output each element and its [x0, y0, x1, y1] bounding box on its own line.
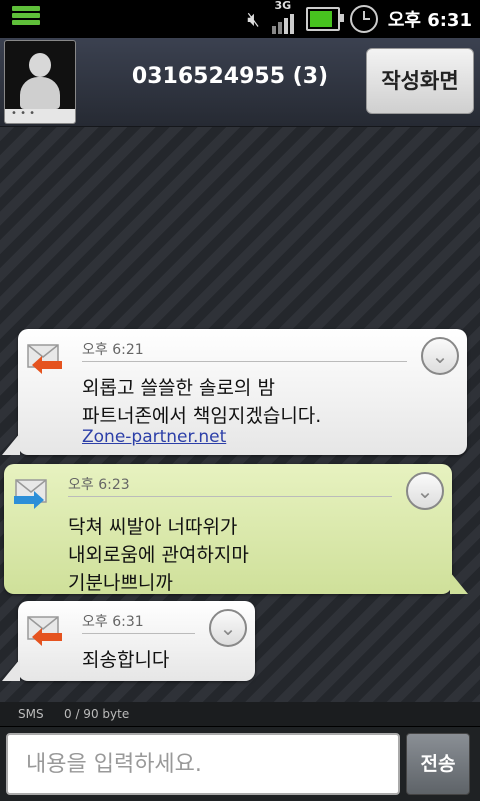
- chevron-down-icon[interactable]: ⌄: [421, 337, 459, 375]
- status-time: 오후 6:31: [387, 10, 472, 31]
- message-type-label: SMS: [18, 707, 44, 721]
- compose-screen-button[interactable]: 작성화면: [366, 48, 474, 114]
- signal-indicator: 3G: [270, 0, 296, 38]
- message-time: 오후 6:21: [82, 342, 144, 358]
- notification-menu-icon[interactable]: [12, 6, 40, 32]
- message-text-line: 파트너존에서 책임지겠습니다.: [82, 405, 322, 427]
- envelope-incoming-icon: [27, 344, 62, 374]
- message-list[interactable]: 오후 6:21 ⌄ 외롭고 쓸쓸한 솔로의 밤 파트너존에서 책임지겠습니다. …: [0, 127, 480, 702]
- conversation-header: • • • 0316524955 (3) 작성화면: [0, 38, 480, 127]
- network-type: 3G: [274, 0, 292, 12]
- compose-bar: 전송: [0, 726, 480, 801]
- message-time: 오후 6:31: [82, 614, 144, 630]
- contact-title: 0316524955 (3): [131, 64, 329, 89]
- status-icons: 🔇︎ 3G 오후 6:31: [247, 0, 472, 38]
- byte-counter: 0 / 90 byte: [64, 707, 130, 721]
- divider: [82, 633, 195, 634]
- message-input[interactable]: [6, 733, 400, 795]
- message-link[interactable]: Zone-partner.net: [82, 427, 226, 447]
- send-button[interactable]: 전송: [406, 733, 470, 795]
- signal-bars-icon: [271, 14, 294, 34]
- avatar-dots: • • •: [5, 109, 75, 123]
- message-text-line: 죄송합니다: [82, 649, 170, 671]
- battery-icon: [305, 7, 344, 31]
- divider: [68, 496, 392, 497]
- message-time: 오후 6:23: [68, 477, 130, 493]
- envelope-outgoing-icon: [14, 479, 47, 509]
- alarm-clock-icon: [349, 5, 378, 33]
- contact-avatar[interactable]: • • •: [4, 40, 76, 124]
- sms-counter-bar: SMS 0 / 90 byte: [0, 702, 480, 726]
- mute-icon: 🔇︎: [247, 7, 260, 31]
- status-bar: 🔇︎ 3G 오후 6:31: [0, 0, 480, 38]
- message-text-line: 외롭고 쓸쓸한 솔로의 밤: [82, 377, 275, 399]
- message-bubble-incoming[interactable]: 오후 6:31 ⌄ 죄송합니다: [2, 601, 255, 681]
- message-text-line: 기분나쁘니까: [68, 572, 173, 594]
- message-bubble-incoming[interactable]: 오후 6:21 ⌄ 외롭고 쓸쓸한 솔로의 밤 파트너존에서 책임지겠습니다. …: [2, 329, 467, 455]
- message-text-line: 내외로움에 관여하지마: [68, 544, 249, 566]
- divider: [82, 361, 407, 362]
- chevron-down-icon[interactable]: ⌄: [406, 472, 444, 510]
- person-silhouette-icon: [29, 53, 51, 77]
- message-bubble-outgoing[interactable]: 오후 6:23 ⌄ 닥쳐 씨발아 너따위가 내외로움에 관여하지마 기분나쁘니까: [4, 464, 468, 594]
- message-text-line: 닥쳐 씨발아 너따위가: [68, 516, 238, 538]
- envelope-incoming-icon: [27, 616, 62, 646]
- chevron-down-icon[interactable]: ⌄: [209, 609, 247, 647]
